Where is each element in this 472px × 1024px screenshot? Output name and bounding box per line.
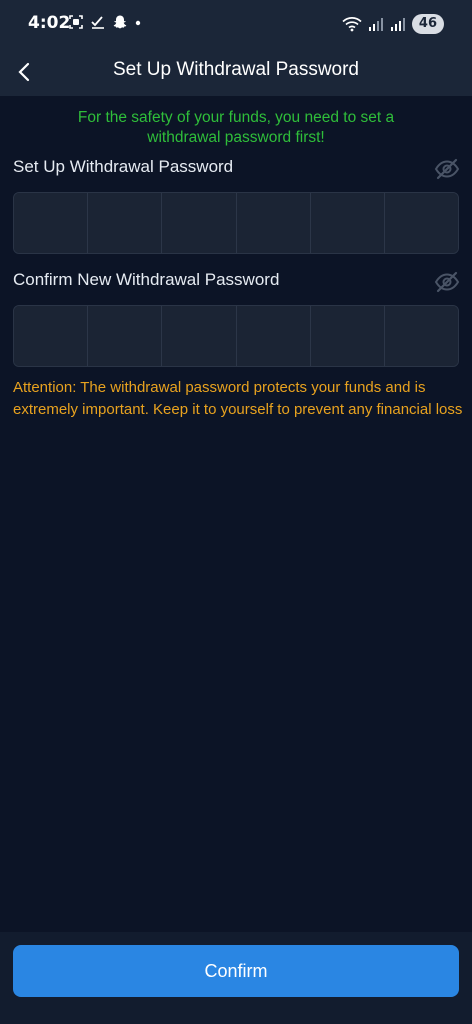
signal-icon-1: [368, 18, 383, 31]
attention-message: Attention: The withdrawal password prote…: [13, 379, 463, 418]
task-check-icon: [91, 16, 104, 29]
page-title: Set Up Withdrawal Password: [112, 59, 360, 80]
set-password-input[interactable]: [13, 192, 459, 254]
status-bar: 4:02 46: [0, 0, 472, 48]
system-icons: 46: [342, 14, 444, 34]
wifi-icon: [342, 17, 362, 32]
pin-cell[interactable]: [384, 306, 458, 366]
snapchat-icon: [113, 15, 127, 29]
notification-icons: [68, 14, 142, 30]
pin-cell[interactable]: [384, 193, 458, 253]
pin-cell[interactable]: [236, 306, 311, 366]
screen: 4:02 46 Set Up Withdrawal Password For t…: [0, 0, 472, 1024]
battery-indicator: 46: [411, 14, 444, 34]
pin-cell[interactable]: [88, 193, 163, 253]
pin-cell[interactable]: [14, 193, 89, 253]
eye-off-icon: [434, 271, 460, 293]
set-password-label: Set Up Withdrawal Password: [13, 157, 234, 176]
confirm-password-label: Confirm New Withdrawal Password: [13, 270, 280, 289]
status-time: 4:02: [28, 13, 71, 33]
confirm-button[interactable]: Confirm: [13, 945, 459, 997]
pin-cell[interactable]: [162, 193, 237, 253]
pin-cell[interactable]: [310, 306, 385, 366]
app-header: Set Up Withdrawal Password: [0, 48, 472, 96]
pin-cell[interactable]: [236, 193, 311, 253]
signal-icon-2: [390, 18, 405, 31]
pin-cell[interactable]: [88, 306, 163, 366]
toggle-visibility-button-1[interactable]: [434, 158, 460, 180]
bottom-bar: Confirm: [0, 932, 472, 1024]
pin-cell[interactable]: [14, 306, 89, 366]
pin-cell[interactable]: [162, 306, 237, 366]
eye-off-icon: [434, 158, 460, 180]
pin-cell[interactable]: [310, 193, 385, 253]
safety-notice: For the safety of your funds, you need t…: [77, 109, 395, 146]
dot-icon: [135, 20, 141, 26]
screenshot-icon: [69, 15, 83, 29]
toggle-visibility-button-2[interactable]: [434, 271, 460, 293]
confirm-password-input[interactable]: [13, 305, 459, 367]
